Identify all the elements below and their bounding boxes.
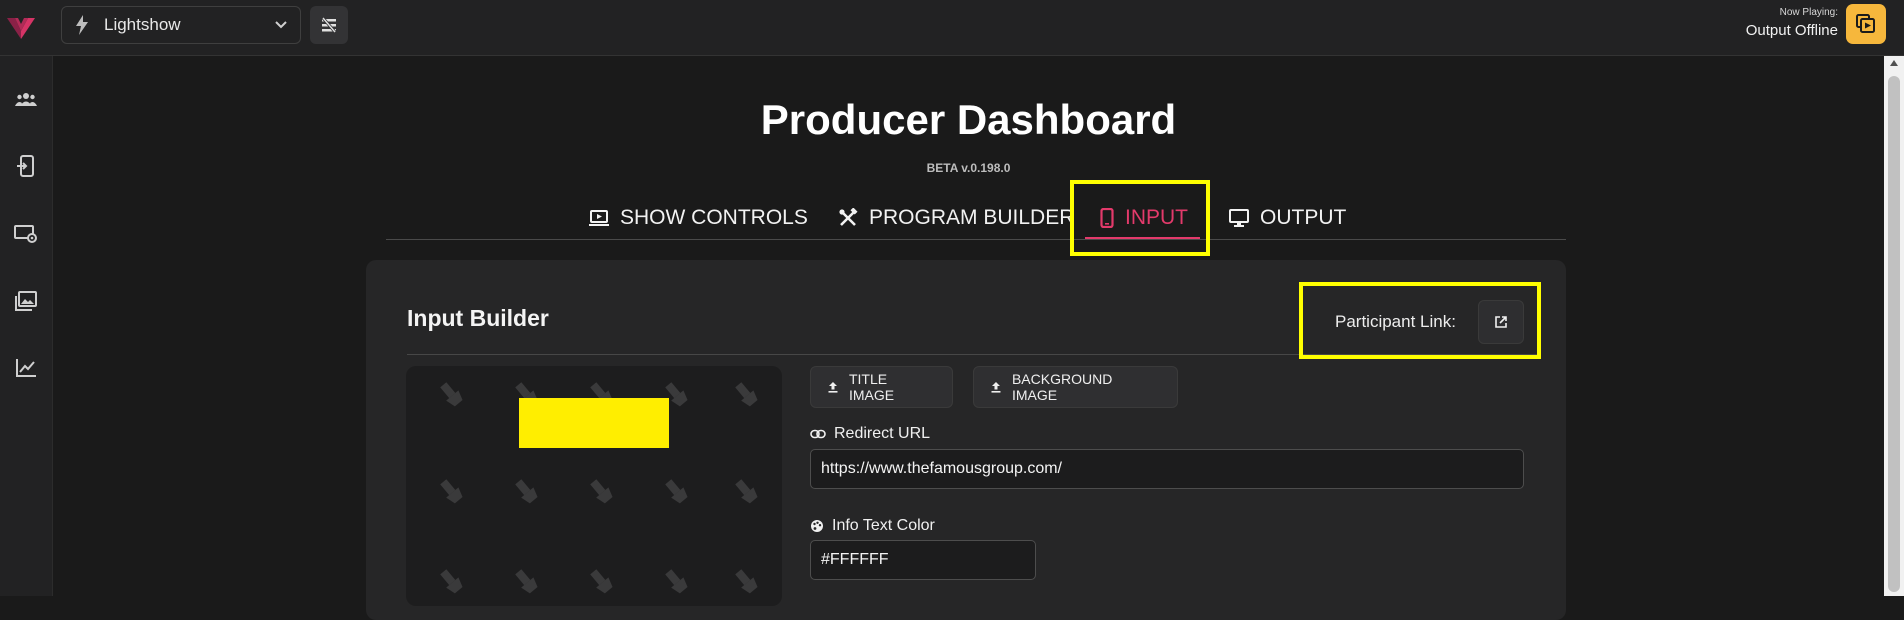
version-label: BETA v.0.198.0 — [926, 161, 1011, 175]
info-text-color-value: #FFFFFF — [821, 551, 889, 568]
image-library-icon — [15, 291, 37, 311]
palette-icon — [811, 520, 823, 532]
scroll-thumb[interactable] — [1888, 76, 1900, 592]
upload-icon — [991, 382, 1001, 393]
toggle-panel-button[interactable] — [310, 6, 348, 44]
tab-show-controls[interactable]: SHOW CONTROLS — [589, 190, 808, 245]
sidebar-item-media[interactable] — [9, 284, 43, 318]
participant-link-highlight — [1299, 282, 1541, 359]
desktop-monitor-icon — [1229, 208, 1249, 227]
lightning-bolt-icon — [76, 15, 88, 35]
redirect-url-label: Redirect URL — [810, 425, 930, 443]
now-playing-status: Now Playing: Output Offline — [1746, 7, 1838, 39]
page-scrollbar[interactable] — [1884, 56, 1904, 596]
now-playing-label: Now Playing: — [1779, 7, 1838, 18]
page-title: Producer Dashboard — [760, 96, 1177, 143]
tab-show-controls-label: SHOW CONTROLS — [620, 205, 808, 229]
sidebar-item-input[interactable] — [9, 149, 43, 183]
playlist-play-icon — [1856, 14, 1875, 33]
background-image-upload-label: BACKGROUND IMAGE — [1011, 371, 1113, 403]
show-select-value: Lightshow — [104, 15, 181, 34]
display-settings-icon — [14, 225, 37, 243]
scroll-up-arrow[interactable] — [1890, 60, 1898, 66]
tools-icon — [839, 207, 858, 226]
monitor-play-icon — [589, 209, 609, 226]
now-playing-button[interactable] — [1846, 4, 1886, 44]
input-builder-title: Input Builder — [407, 305, 549, 331]
chevron-down-icon — [275, 21, 287, 29]
phone-login-icon — [17, 155, 34, 177]
tab-program-builder[interactable]: PROGRAM BUILDER — [838, 190, 1074, 245]
info-text-color-input[interactable]: #FFFFFF — [810, 540, 1036, 580]
input-tab-highlight — [1070, 180, 1210, 256]
upload-icon — [828, 382, 838, 393]
show-select-dropdown[interactable]: Lightshow — [61, 6, 301, 44]
now-playing-value: Output Offline — [1745, 22, 1838, 39]
redirect-url-label-text: Redirect URL — [834, 425, 931, 442]
link-icon — [810, 429, 826, 439]
sidebar-item-analytics[interactable] — [9, 351, 43, 385]
title-image-upload-button[interactable]: TITLE IMAGE — [810, 366, 953, 408]
tab-output-label: OUTPUT — [1260, 205, 1347, 229]
info-text-color-label-text: Info Text Color — [832, 517, 935, 534]
app-logo[interactable] — [6, 12, 36, 42]
analytics-chart-icon — [16, 359, 36, 377]
tab-output[interactable]: OUTPUT — [1229, 190, 1346, 245]
sidebar-item-output-settings[interactable] — [9, 217, 43, 251]
sidebar-item-participants[interactable] — [9, 82, 43, 116]
title-image-upload-label: TITLE IMAGE — [848, 371, 895, 403]
sidebar — [0, 56, 53, 596]
users-icon — [15, 93, 37, 106]
background-image-upload-button[interactable]: BACKGROUND IMAGE — [973, 366, 1178, 408]
sliders-off-icon — [321, 17, 337, 33]
title-image-preview-block — [519, 398, 669, 448]
redirect-url-input[interactable]: https://www.thefamousgroup.com/ — [810, 449, 1524, 489]
redirect-url-value: https://www.thefamousgroup.com/ — [821, 460, 1062, 477]
top-bar: Lightshow Now Playing: Output Offline — [0, 0, 1904, 56]
tab-program-builder-label: PROGRAM BUILDER — [869, 205, 1075, 229]
info-text-color-label: Info Text Color — [810, 517, 935, 535]
